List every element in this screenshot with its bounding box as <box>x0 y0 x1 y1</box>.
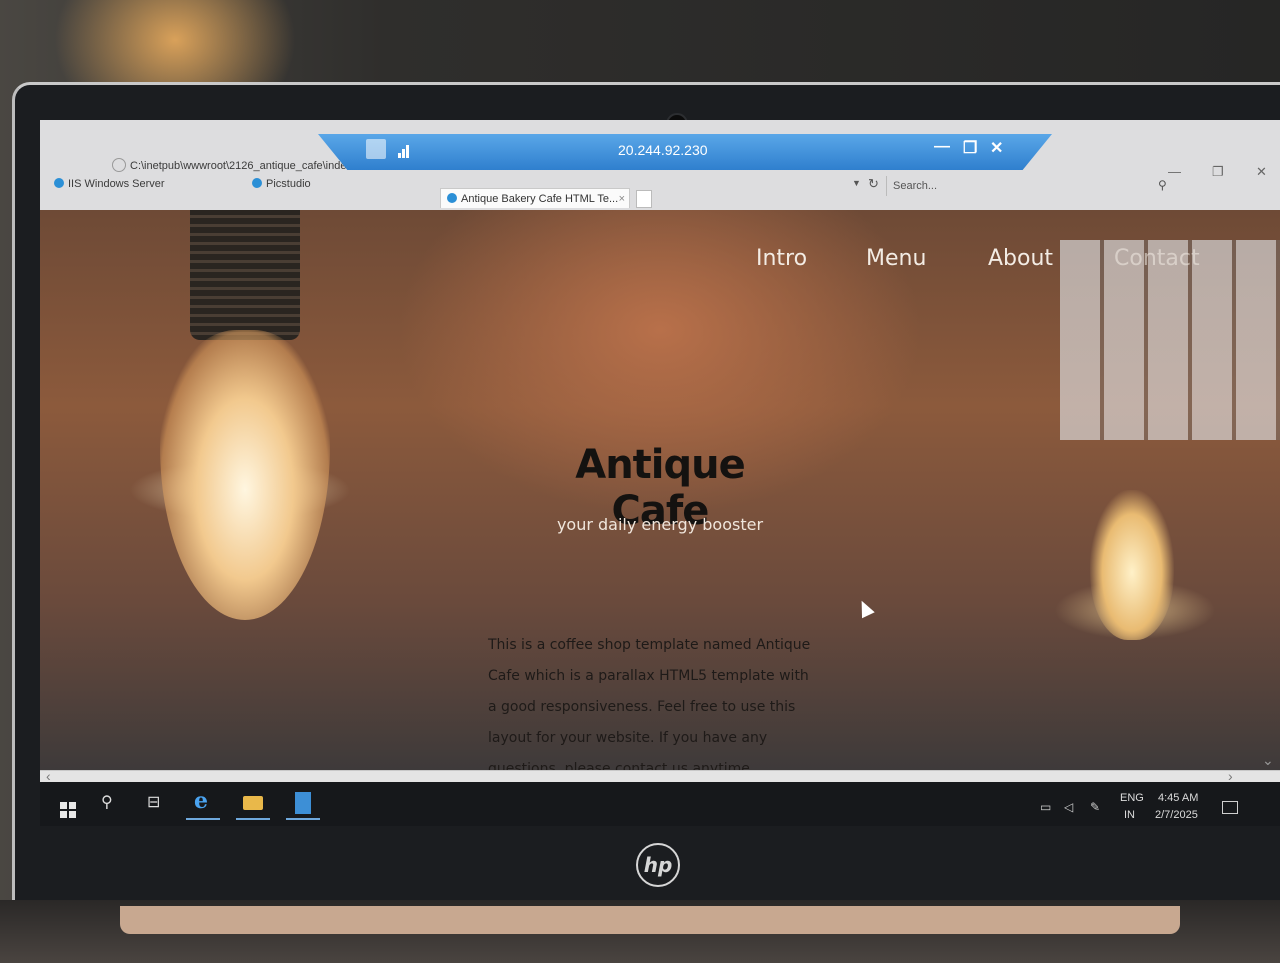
rdp-close-button[interactable]: ✕ <box>990 138 1003 158</box>
task-view-button[interactable]: ⊟ <box>138 788 172 818</box>
browser-tab[interactable]: Antique Bakery Cafe HTML Te... × <box>440 188 630 208</box>
volume-muted-icon[interactable]: ◁ <box>1064 800 1073 814</box>
hp-logo: hp <box>636 843 680 887</box>
site-tagline: your daily energy booster <box>556 515 764 534</box>
network-icon[interactable]: ▭ <box>1040 800 1051 814</box>
ie-favicon-icon <box>252 178 262 188</box>
favorite-iis[interactable]: IIS Windows Server <box>54 178 165 190</box>
clock-time[interactable]: 4:45 AM <box>1158 792 1198 804</box>
nav-about[interactable]: About <box>988 246 1053 271</box>
tab-close-button[interactable]: × <box>619 189 625 209</box>
taskbar-server-manager[interactable] <box>286 788 320 820</box>
minimize-icon[interactable]: — <box>1168 164 1181 179</box>
favorite-picstudio[interactable]: Picstudio <box>252 178 311 190</box>
taskbar-search-button[interactable]: ⚲ <box>92 788 126 818</box>
favorite-label: Picstudio <box>266 178 311 190</box>
clock-date[interactable]: 2/7/2025 <box>1155 809 1198 821</box>
web-page: Intro Menu About Contact Antique Cafe yo… <box>40 210 1280 770</box>
close-icon[interactable]: ✕ <box>1256 164 1267 180</box>
rdp-minimize-button[interactable]: — <box>934 138 950 156</box>
start-button[interactable] <box>46 788 80 818</box>
remote-ip: 20.244.92.230 <box>618 142 708 158</box>
nav-intro[interactable]: Intro <box>756 246 807 271</box>
search-icon: ⚲ <box>101 794 113 811</box>
remote-desktop-bar: 20.244.92.230 — ❐ ✕ <box>318 134 1052 170</box>
input-region[interactable]: IN <box>1124 809 1135 821</box>
light-bulb-image <box>1090 490 1174 640</box>
ie-favicon-icon <box>54 178 64 188</box>
tab-title: Antique Bakery Cafe HTML Te... <box>461 193 619 205</box>
connection-signal-icon[interactable] <box>398 142 414 158</box>
taskbar-file-explorer[interactable] <box>236 788 270 820</box>
mouse-cursor-icon <box>855 597 875 619</box>
task-view-icon: ⊟ <box>147 794 161 811</box>
refresh-icon[interactable]: ↻ <box>868 176 879 192</box>
page-icon <box>112 158 126 172</box>
nav-contact[interactable]: Contact <box>1114 246 1200 271</box>
intro-paragraph: This is a coffee shop template named Ant… <box>488 637 811 770</box>
search-icon[interactable]: ⚲ <box>1158 178 1167 192</box>
server-manager-icon <box>295 792 311 814</box>
light-bulb-image <box>160 330 330 620</box>
favorite-label: IIS Windows Server <box>68 178 165 190</box>
taskbar-ie[interactable]: e <box>186 788 220 820</box>
internet-explorer-icon: e <box>194 788 208 814</box>
restore-icon[interactable]: ❐ <box>1212 164 1224 180</box>
search-input[interactable]: Search... <box>886 176 1176 196</box>
nav-menu[interactable]: Menu <box>866 246 926 271</box>
rdp-restore-button[interactable]: ❐ <box>963 138 977 158</box>
windows-logo-icon <box>60 802 76 818</box>
address-dropdown-icon[interactable]: ▼ <box>852 178 861 188</box>
bulb-socket-image <box>190 210 300 340</box>
input-language[interactable]: ENG <box>1120 792 1144 804</box>
new-tab-button[interactable] <box>636 190 652 208</box>
folder-icon <box>243 796 263 810</box>
laptop-hinge <box>120 906 1180 934</box>
ie-favicon-icon <box>447 193 457 203</box>
notifications-icon[interactable] <box>1222 801 1238 814</box>
screen: C:\inetpub\wwwroot\2126_antique_cafe\ind… <box>40 120 1280 826</box>
pin-icon[interactable] <box>366 139 386 159</box>
scroll-down-icon[interactable]: ⌄ <box>1262 752 1274 769</box>
taskbar: ⚲ ⊟ e ▭ ◁ ✎ ENG IN 4:45 AM 2/7/2025 <box>40 782 1280 826</box>
pen-icon[interactable]: ✎ <box>1090 800 1100 814</box>
address-bar[interactable]: C:\inetpub\wwwroot\2126_antique_cafe\ind… <box>130 160 376 172</box>
